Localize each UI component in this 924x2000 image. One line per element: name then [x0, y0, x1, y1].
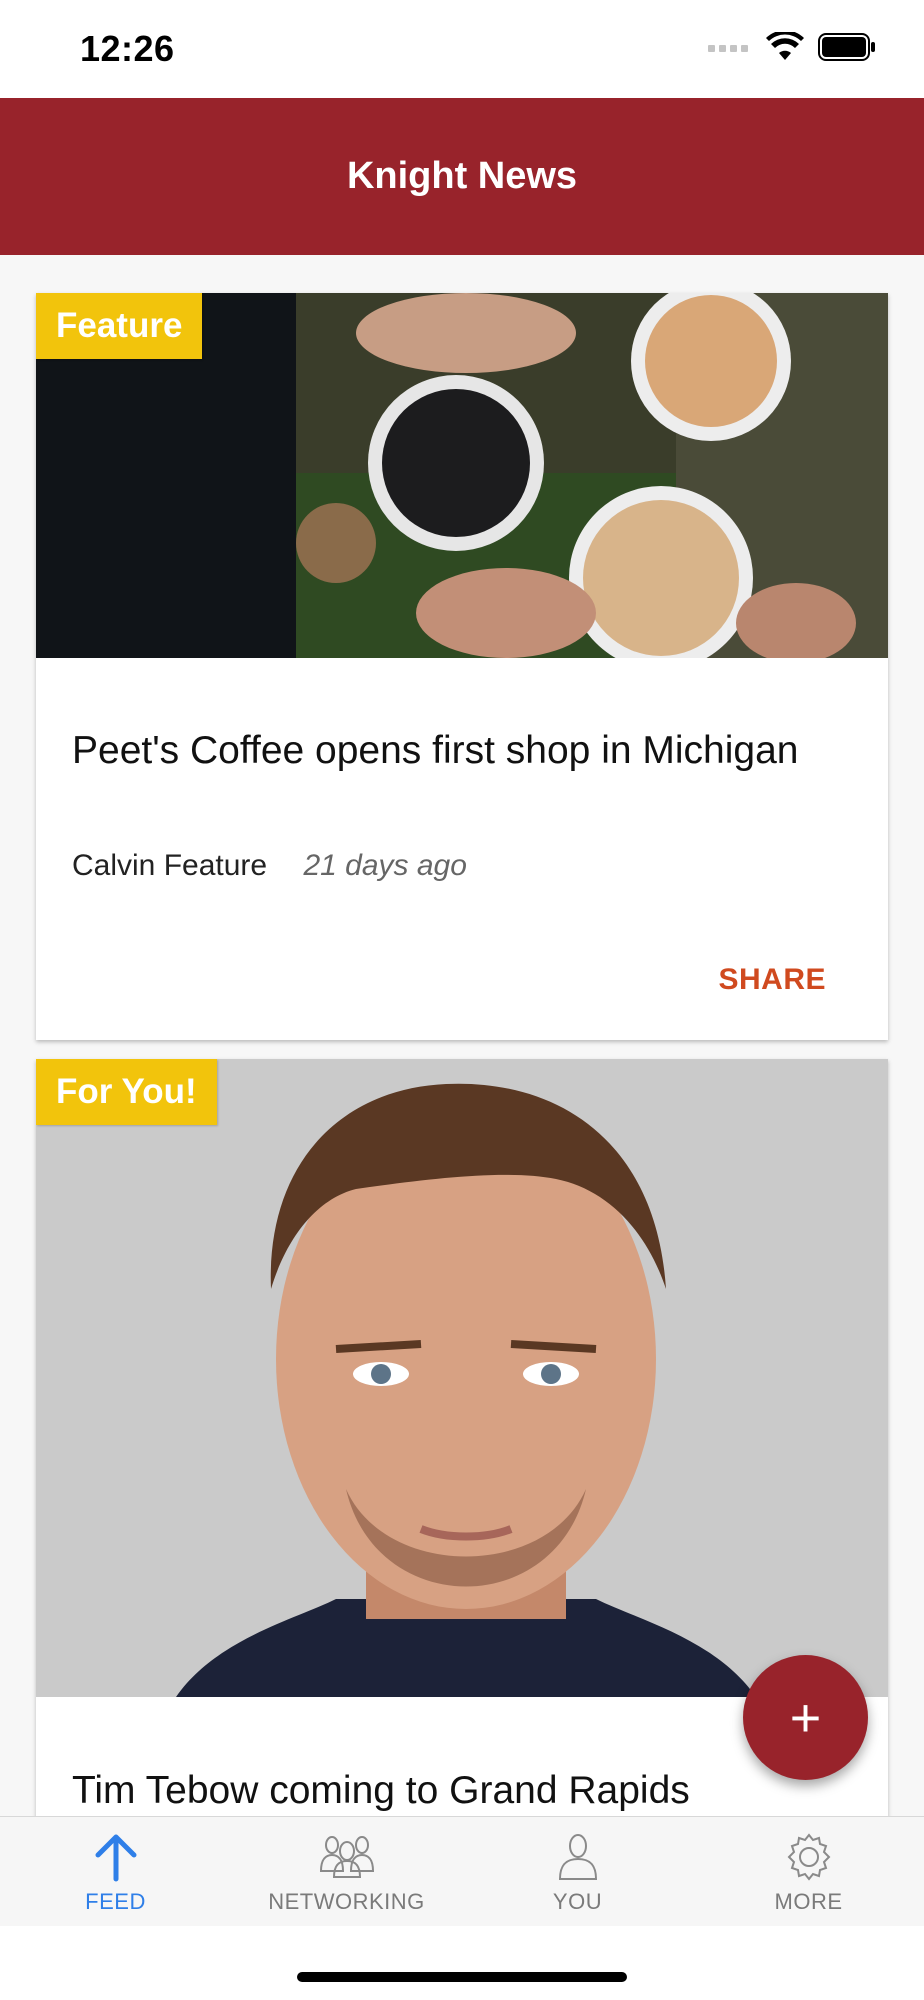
app-header: Knight News	[0, 98, 924, 255]
tab-more[interactable]: MORE	[693, 1817, 924, 1927]
status-time: 12:26	[80, 28, 175, 69]
arrow-up-icon	[95, 1834, 136, 1882]
news-card[interactable]: Feature Peet's Coffee opens first shop i…	[36, 293, 888, 1040]
signal-icon	[708, 45, 748, 52]
home-indicator-area	[0, 1926, 924, 2000]
app-title: Knight News	[346, 155, 578, 197]
share-button[interactable]: SHARE	[718, 963, 826, 997]
article-title[interactable]: Tim Tebow coming to Grand Rapids	[72, 1767, 852, 1814]
person-icon	[558, 1834, 597, 1880]
tab-feed[interactable]: FEED	[0, 1817, 231, 1927]
article-author: Calvin Feature	[72, 849, 268, 882]
people-icon	[319, 1836, 374, 1878]
tab-networking[interactable]: NETWORKING	[231, 1817, 462, 1927]
wifi-icon	[766, 32, 804, 60]
add-button[interactable]: +	[743, 1655, 868, 1780]
tab-bar: FEED NETWORKING YOU MORE	[0, 1816, 924, 1927]
tab-label: YOU	[552, 1889, 603, 1914]
article-meta: Calvin Feature 21 days ago	[72, 849, 467, 883]
portrait-photo	[36, 1059, 888, 1697]
article-title[interactable]: Peet's Coffee opens first shop in Michig…	[72, 727, 852, 774]
home-indicator[interactable]	[297, 1972, 627, 1982]
tab-label: NETWORKING	[268, 1889, 425, 1914]
gear-icon	[787, 1833, 830, 1881]
status-bar: 12:26	[0, 0, 924, 98]
tab-label: FEED	[85, 1889, 146, 1914]
feature-badge: Feature	[36, 293, 203, 359]
status-icons	[708, 32, 876, 62]
tab-you[interactable]: YOU	[462, 1817, 693, 1927]
article-date: 21 days ago	[303, 849, 467, 882]
battery-icon	[818, 33, 875, 61]
for-you-badge: For You!	[36, 1059, 217, 1125]
tab-label: MORE	[774, 1889, 843, 1914]
